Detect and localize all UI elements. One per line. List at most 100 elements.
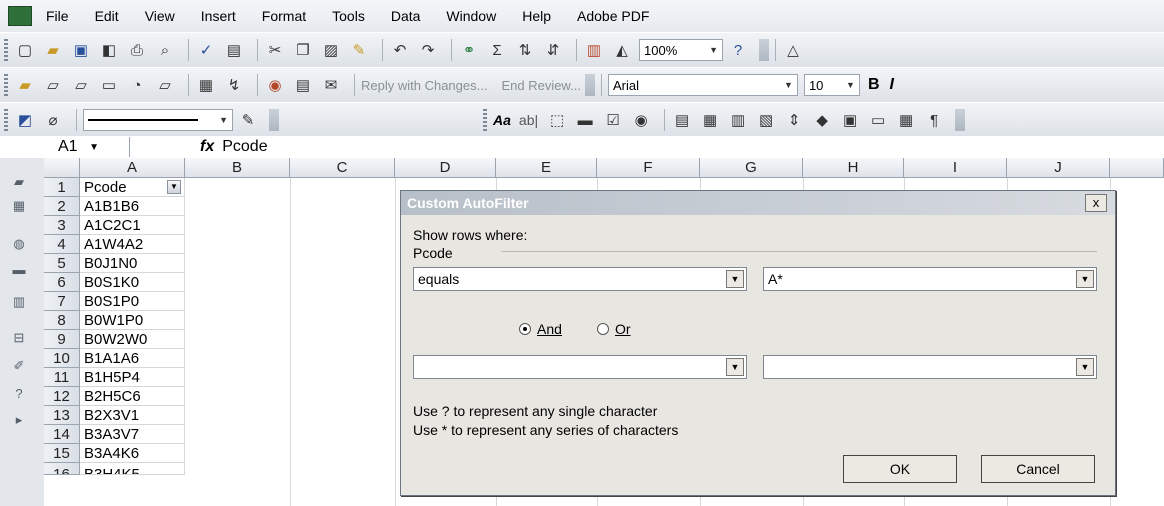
table-cell[interactable]: B0W1P0 xyxy=(80,311,185,330)
font-size-select[interactable]: 10 ▼ xyxy=(803,74,860,96)
open-icon[interactable]: ▰ xyxy=(42,39,64,61)
print-preview-icon[interactable]: ⌕ xyxy=(154,39,176,61)
zoom-select[interactable]: 100% ▼ xyxy=(639,39,723,61)
column-header-overflow[interactable] xyxy=(1110,158,1164,178)
toolbar-options-icon[interactable] xyxy=(759,39,769,61)
line-style-select[interactable]: ▼ xyxy=(83,109,233,131)
toolbar-options-icon[interactable] xyxy=(955,109,966,131)
run-dialog-icon[interactable]: ¶ xyxy=(923,109,945,131)
close-icon[interactable]: x xyxy=(1085,194,1107,212)
autosum-icon[interactable]: Σ xyxy=(486,39,508,61)
column-header[interactable]: J xyxy=(1007,158,1110,178)
reply-with-changes-button[interactable]: Reply with Changes... xyxy=(361,78,487,93)
formula-content[interactable]: Pcode xyxy=(222,138,267,156)
help-icon[interactable]: ? xyxy=(10,386,28,402)
calendar-icon[interactable]: ⊟ xyxy=(10,330,28,346)
button-control-icon[interactable]: ▬ xyxy=(574,109,596,131)
operator-select-2[interactable]: ▼ xyxy=(413,355,747,379)
toolbar-grip[interactable] xyxy=(4,39,8,61)
menu-data[interactable]: Data xyxy=(391,8,421,24)
folder-icon[interactable]: ▬ xyxy=(10,262,28,278)
eraser-icon[interactable]: ⌀ xyxy=(42,109,64,131)
toolbar-grip[interactable] xyxy=(483,109,487,131)
comment-icon[interactable]: ▰ xyxy=(14,74,36,96)
reviewing-pane-icon[interactable]: ◉ xyxy=(264,74,286,96)
copy-icon[interactable]: ❐ xyxy=(292,39,314,61)
next-comment-icon[interactable]: ▱ xyxy=(70,74,92,96)
end-review-button[interactable]: End Review... xyxy=(501,78,581,93)
hyperlink-icon[interactable]: ⚭ xyxy=(458,39,480,61)
column-header[interactable]: F xyxy=(597,158,700,178)
pen-icon[interactable]: ✐ xyxy=(10,358,28,374)
column-header[interactable]: G xyxy=(700,158,803,178)
row-header[interactable]: 9 xyxy=(44,330,80,349)
chevron-down-icon[interactable]: ▼ xyxy=(726,358,744,376)
table-cell[interactable]: B3A4K6 xyxy=(80,444,185,463)
table-cell[interactable]: B2X3V1 xyxy=(80,406,185,425)
table-cell[interactable]: B1A1A6 xyxy=(80,349,185,368)
drawing-icon[interactable]: ◭ xyxy=(611,39,633,61)
table-cell[interactable]: B3H4K5 xyxy=(80,463,185,475)
toggle-grid-icon[interactable]: ▦ xyxy=(895,109,917,131)
show-all-comments-icon[interactable]: ◔ xyxy=(126,74,148,96)
table-cell[interactable]: B0S1K0 xyxy=(80,273,185,292)
fx-icon[interactable]: fx xyxy=(200,138,214,156)
sort-descending-icon[interactable]: ⇵ xyxy=(542,39,564,61)
sort-ascending-icon[interactable]: ⇅ xyxy=(514,39,536,61)
column-header[interactable]: D xyxy=(395,158,496,178)
table-cell[interactable]: B1H5P4 xyxy=(80,368,185,387)
chevron-down-icon[interactable]: ▼ xyxy=(726,270,744,288)
checkbox-control-icon[interactable]: ☑ xyxy=(602,109,624,131)
column-header[interactable]: A xyxy=(80,158,185,178)
menu-window[interactable]: Window xyxy=(446,8,496,24)
and-radio[interactable]: And xyxy=(519,321,562,337)
menu-format[interactable]: Format xyxy=(262,8,306,24)
label-control-button[interactable]: Aa xyxy=(493,112,511,128)
cell-a1[interactable]: Pcode ▼ xyxy=(80,178,185,197)
ok-button[interactable]: OK xyxy=(843,455,957,483)
row-header[interactable]: 15 xyxy=(44,444,80,463)
save-icon[interactable]: ▣ xyxy=(70,39,92,61)
row-header[interactable]: 14 xyxy=(44,425,80,444)
combo-list-icon[interactable]: ▥ xyxy=(727,109,749,131)
option-button-icon[interactable]: ◉ xyxy=(630,109,652,131)
tracking-icon[interactable]: ↯ xyxy=(223,74,245,96)
dialog-titlebar[interactable]: Custom AutoFilter xyxy=(401,191,1115,215)
table-cell[interactable]: A1C2C1 xyxy=(80,216,185,235)
table-cell[interactable]: B0S1P0 xyxy=(80,292,185,311)
redo-icon[interactable]: ↷ xyxy=(417,39,439,61)
format-painter-icon[interactable]: ✎ xyxy=(348,39,370,61)
line-color-icon[interactable]: ✎ xyxy=(237,109,259,131)
edit-box-button[interactable]: ab| xyxy=(519,112,538,128)
toolbar-grip[interactable] xyxy=(4,109,8,131)
scroll-bar-icon[interactable]: ⇕ xyxy=(783,109,805,131)
font-select[interactable]: Arial ▼ xyxy=(607,74,798,96)
help-icon[interactable]: ? xyxy=(727,39,749,61)
group-box-icon[interactable]: ⬚ xyxy=(546,109,568,131)
spinner-icon[interactable]: ◆ xyxy=(811,109,833,131)
cut-icon[interactable]: ✂ xyxy=(264,39,286,61)
column-header[interactable]: C xyxy=(290,158,395,178)
undo-icon[interactable]: ↶ xyxy=(389,39,411,61)
column-header[interactable]: I xyxy=(904,158,1007,178)
row-header[interactable]: 11 xyxy=(44,368,80,387)
or-radio[interactable]: Or xyxy=(597,321,631,337)
menu-edit[interactable]: Edit xyxy=(95,8,119,24)
italic-button[interactable]: I xyxy=(890,76,894,94)
autofilter-dropdown-icon[interactable]: ▼ xyxy=(167,180,181,194)
chart-wizard-icon[interactable]: ▥ xyxy=(583,39,605,61)
show-comment-icon[interactable]: ▭ xyxy=(98,74,120,96)
select-all-corner[interactable] xyxy=(44,158,80,178)
globe-icon[interactable]: ◍ xyxy=(10,236,28,252)
new-icon[interactable]: ▢ xyxy=(14,39,36,61)
row-header[interactable]: 5 xyxy=(44,254,80,273)
bold-button[interactable]: B xyxy=(868,76,880,94)
value-select-2[interactable]: ▼ xyxy=(763,355,1097,379)
column-header[interactable]: B xyxy=(185,158,290,178)
menu-tools[interactable]: Tools xyxy=(332,8,365,24)
edit-code-icon[interactable]: ▭ xyxy=(867,109,889,131)
toolbar-grip[interactable] xyxy=(4,74,8,96)
research-icon[interactable]: ▤ xyxy=(223,39,245,61)
table-cell[interactable]: B0J1N0 xyxy=(80,254,185,273)
row-header[interactable]: 3 xyxy=(44,216,80,235)
